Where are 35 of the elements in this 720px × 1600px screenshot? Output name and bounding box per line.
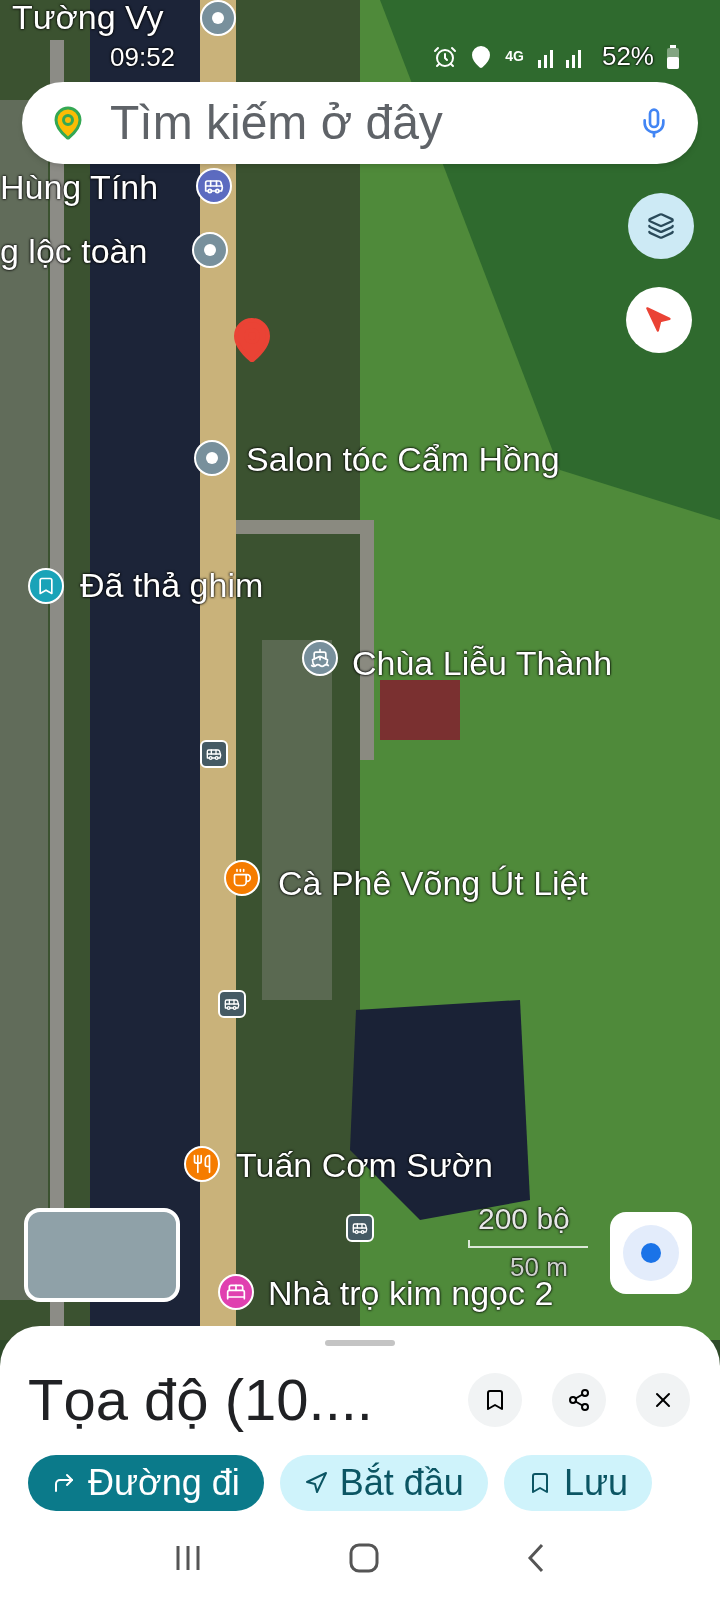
action-chip[interactable]: Đường đi [28,1455,264,1511]
action-chip[interactable]: Lưu [503,1455,653,1511]
street-view-thumbnail[interactable] [24,1208,180,1302]
compass-icon [645,306,673,334]
search-bar[interactable]: Tìm kiếm ở đây [22,82,698,164]
drag-handle[interactable] [325,1340,395,1346]
fork-knife-icon [192,1154,212,1174]
map-place-label[interactable]: Tuấn Cơm Sườn [236,1148,493,1183]
layers-icon [647,212,675,240]
scale-imperial: 200 bộ [478,1202,570,1236]
map-place-label[interactable]: Salon tóc Cẩm Hồng [246,442,560,477]
alarm-icon [433,44,458,69]
place-title: Tọa độ (10.... [28,1366,374,1434]
my-location-button[interactable] [610,1212,692,1294]
turn-arrow-icon [52,1471,76,1495]
clock-time: 09:52 [110,41,176,72]
bed-icon [226,1282,246,1302]
navigation-arrow-icon [303,1471,328,1495]
bookmark-icon [36,576,56,596]
bus-stop-icon[interactable] [346,1214,374,1242]
network-type: 4G [505,47,524,66]
battery-icon [666,44,680,69]
share-icon [567,1387,591,1412]
map-place-label[interactable]: Tường Vy [12,0,164,35]
battery-percent: 52% [601,40,654,73]
map-place-label[interactable]: Chùa Liễu Thành [352,646,613,681]
coffee-cup-icon [232,868,252,888]
home-icon[interactable] [349,1542,379,1573]
bus-stop-icon[interactable] [218,990,246,1018]
map-place-label[interactable]: Hùng Tính [0,170,159,205]
map-place-label[interactable]: g lộc toàn [0,234,148,269]
action-chip[interactable]: Bắt đầu [279,1455,488,1511]
bus-stop-icon[interactable] [200,740,228,768]
map-place-label[interactable]: Cà Phê Võng Út Liệt [278,866,588,901]
search-placeholder: Tìm kiếm ở đây [110,95,444,151]
